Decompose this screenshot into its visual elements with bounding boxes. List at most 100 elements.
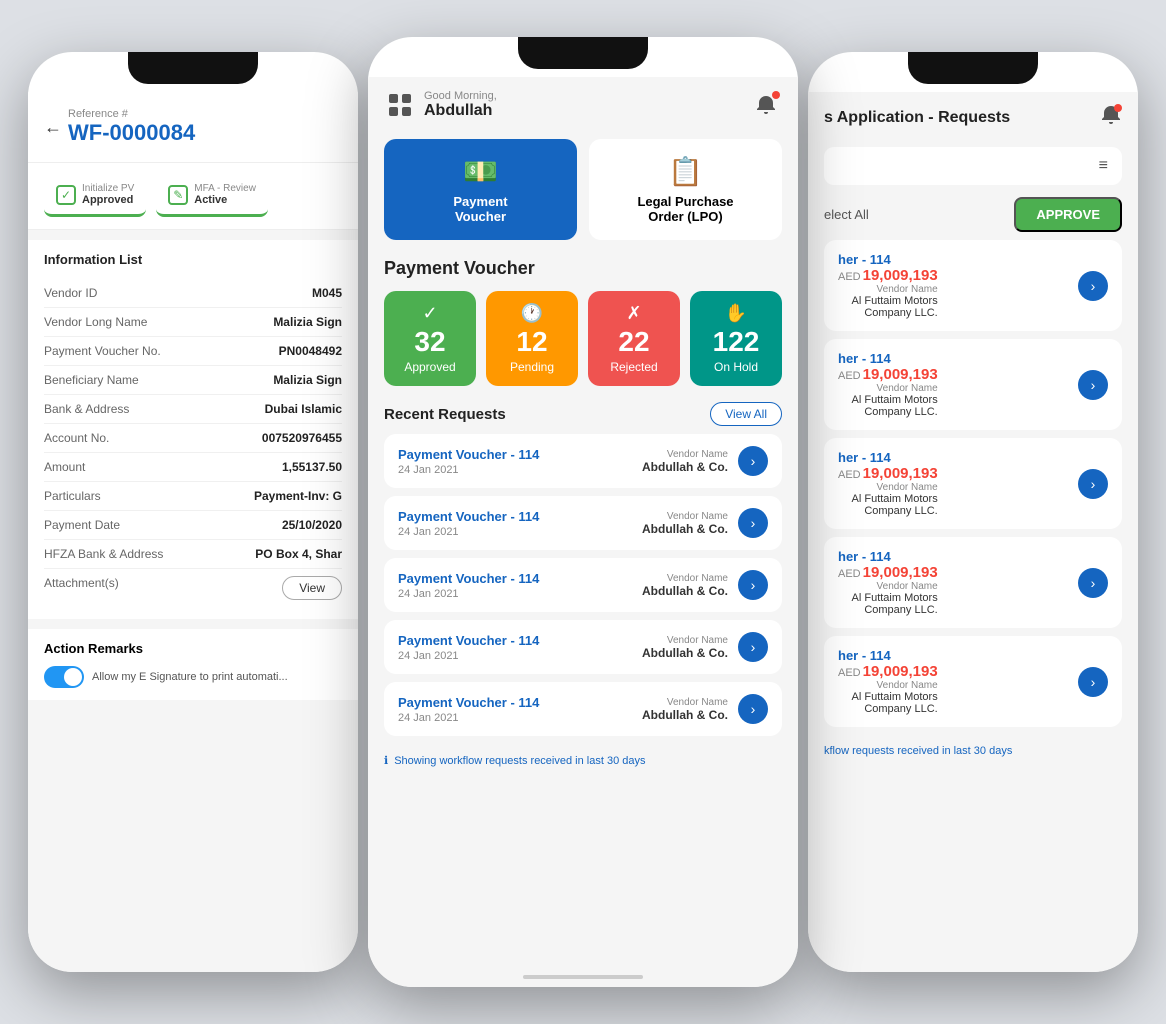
greeting-sub: Good Morning, xyxy=(424,90,497,102)
ref-label: Reference # xyxy=(68,108,195,120)
stat-rejected[interactable]: ✗ 22 Rejected xyxy=(588,291,680,386)
back-arrow-icon: ← xyxy=(44,117,62,138)
request-date-2: 24 Jan 2021 xyxy=(398,526,539,538)
right-vendor-name-3: Al Futtaim MotorsCompany LLC. xyxy=(838,493,938,517)
chevron-right-icon-4[interactable]: › xyxy=(738,632,768,662)
select-all-label[interactable]: elect All xyxy=(824,207,869,222)
chevron-right-icon-5[interactable]: › xyxy=(738,694,768,724)
right-vendor-name-1: Al Futtaim MotorsCompany LLC. xyxy=(838,295,938,319)
right-item-name-2: her - 114 xyxy=(838,351,938,366)
approve-button[interactable]: APPROVE xyxy=(1014,197,1122,232)
right-chevron-5[interactable]: › xyxy=(1078,667,1108,697)
aed-label-5: AED xyxy=(838,667,861,679)
request-item-1[interactable]: Payment Voucher - 114 24 Jan 2021 Vendor… xyxy=(384,434,782,488)
tab2-mainlabel: Active xyxy=(194,194,256,206)
aed-label-4: AED xyxy=(838,568,861,580)
chevron-right-icon-3[interactable]: › xyxy=(738,570,768,600)
right-chevron-3[interactable]: › xyxy=(1078,469,1108,499)
info-row-bank: Bank & Address Dubai Islamic xyxy=(44,395,342,424)
lpo-icon: 📋 xyxy=(668,155,703,188)
pending-label: Pending xyxy=(510,360,554,374)
info-key: Vendor ID xyxy=(44,286,97,300)
module-cards: 💵 PaymentVoucher 📋 Legal PurchaseOrder (… xyxy=(368,129,798,250)
tab-active[interactable]: ✎ MFA - Review Active xyxy=(156,175,268,217)
request-item-3[interactable]: Payment Voucher - 114 24 Jan 2021 Vendor… xyxy=(384,558,782,612)
lpo-card[interactable]: 📋 Legal PurchaseOrder (LPO) xyxy=(589,139,782,240)
request-item-4[interactable]: Payment Voucher - 114 24 Jan 2021 Vendor… xyxy=(384,620,782,674)
right-notification-bell[interactable] xyxy=(1100,104,1122,131)
info-key: Attachment(s) xyxy=(44,576,119,600)
edit-icon: ✎ xyxy=(168,185,188,205)
tab1-mainlabel: Approved xyxy=(82,194,134,206)
request-date-3: 24 Jan 2021 xyxy=(398,588,539,600)
info-key: Vendor Long Name xyxy=(44,315,147,329)
tab2-sublabel: MFA - Review xyxy=(194,183,256,194)
request-name-3: Payment Voucher - 114 xyxy=(398,571,539,586)
right-vendor-label-5: Vendor Name xyxy=(838,680,938,691)
notification-bell[interactable] xyxy=(750,89,782,121)
onhold-label: On Hold xyxy=(714,360,758,374)
info-key: Beneficiary Name xyxy=(44,373,139,387)
chevron-right-icon-1[interactable]: › xyxy=(738,446,768,476)
right-vendor-name-2: Al Futtaim MotorsCompany LLC. xyxy=(838,394,938,418)
right-footer-text: kflow requests received in last 30 days xyxy=(824,745,1012,757)
tab-approved[interactable]: ✓ Initialize PV Approved xyxy=(44,175,146,217)
tab1-sublabel: Initialize PV xyxy=(82,183,134,194)
right-vendor-label-2: Vendor Name xyxy=(838,383,938,394)
rejected-number: 22 xyxy=(618,328,649,356)
vendor-name-2: Abdullah & Co. xyxy=(642,522,728,536)
right-chevron-2[interactable]: › xyxy=(1078,370,1108,400)
right-item-5[interactable]: her - 114 AED19,009,193 Vendor Name Al F… xyxy=(824,636,1122,727)
right-item-2[interactable]: her - 114 AED19,009,193 Vendor Name Al F… xyxy=(824,339,1122,430)
info-key: HFZA Bank & Address xyxy=(44,547,163,561)
right-item-amount-5: AED19,009,193 xyxy=(838,663,938,680)
info-section: Information List Vendor ID M045 Vendor L… xyxy=(28,240,358,619)
vendor-label-5: Vendor Name xyxy=(642,697,728,708)
right-item-1[interactable]: her - 114 AED19,009,193 Vendor Name Al F… xyxy=(824,240,1122,331)
onhold-icon: ✋ xyxy=(725,303,747,324)
notification-dot xyxy=(772,91,780,99)
info-val: 1,55137.50 xyxy=(282,460,342,474)
info-val: Malizia Sign xyxy=(273,373,342,387)
approved-icon: ✓ xyxy=(422,303,437,324)
vendor-label-2: Vendor Name xyxy=(642,511,728,522)
right-item-4[interactable]: her - 114 AED19,009,193 Vendor Name Al F… xyxy=(824,537,1122,628)
back-button[interactable]: ← Reference # WF-0000084 xyxy=(44,108,342,146)
payment-voucher-icon: 💵 xyxy=(463,155,498,188)
view-all-button[interactable]: View All xyxy=(710,402,782,426)
app-grid-icon[interactable] xyxy=(384,89,416,121)
stat-onhold[interactable]: ✋ 122 On Hold xyxy=(690,291,782,386)
rejected-label: Rejected xyxy=(610,360,657,374)
stat-approved[interactable]: ✓ 32 Approved xyxy=(384,291,476,386)
aed-label-2: AED xyxy=(838,370,861,382)
vendor-name-4: Abdullah & Co. xyxy=(642,646,728,660)
right-chevron-4[interactable]: › xyxy=(1078,568,1108,598)
toggle-label: Allow my E Signature to print automati..… xyxy=(92,671,288,683)
right-item-amount-4: AED19,009,193 xyxy=(838,564,938,581)
right-vendor-label-3: Vendor Name xyxy=(838,482,938,493)
request-list: Payment Voucher - 114 24 Jan 2021 Vendor… xyxy=(368,434,798,736)
right-chevron-1[interactable]: › xyxy=(1078,271,1108,301)
search-bar[interactable]: ≡ xyxy=(824,147,1122,185)
info-row-beneficiary: Beneficiary Name Malizia Sign xyxy=(44,366,342,395)
stat-cards: ✓ 32 Approved 🕐 12 Pending ✗ 22 Rejected… xyxy=(368,291,798,398)
stat-pending[interactable]: 🕐 12 Pending xyxy=(486,291,578,386)
payment-voucher-card[interactable]: 💵 PaymentVoucher xyxy=(384,139,577,240)
view-button[interactable]: View xyxy=(282,576,342,600)
right-vendor-label-4: Vendor Name xyxy=(838,581,938,592)
right-item-3[interactable]: her - 114 AED19,009,193 Vendor Name Al F… xyxy=(824,438,1122,529)
request-item-5[interactable]: Payment Voucher - 114 24 Jan 2021 Vendor… xyxy=(384,682,782,736)
e-signature-toggle[interactable] xyxy=(44,666,84,688)
info-row-particulars: Particulars Payment-Inv: G xyxy=(44,482,342,511)
right-notification-dot xyxy=(1114,104,1122,112)
action-section: Action Remarks Allow my E Signature to p… xyxy=(28,629,358,700)
request-date-4: 24 Jan 2021 xyxy=(398,650,539,662)
right-vendor-name-4: Al Futtaim MotorsCompany LLC. xyxy=(838,592,938,616)
request-date-1: 24 Jan 2021 xyxy=(398,464,539,476)
filter-icon[interactable]: ≡ xyxy=(1099,157,1108,175)
right-footer: kflow requests received in last 30 days xyxy=(808,735,1138,767)
chevron-right-icon-2[interactable]: › xyxy=(738,508,768,538)
request-item-2[interactable]: Payment Voucher - 114 24 Jan 2021 Vendor… xyxy=(384,496,782,550)
check-icon: ✓ xyxy=(56,185,76,205)
info-row-vendor-name: Vendor Long Name Malizia Sign xyxy=(44,308,342,337)
